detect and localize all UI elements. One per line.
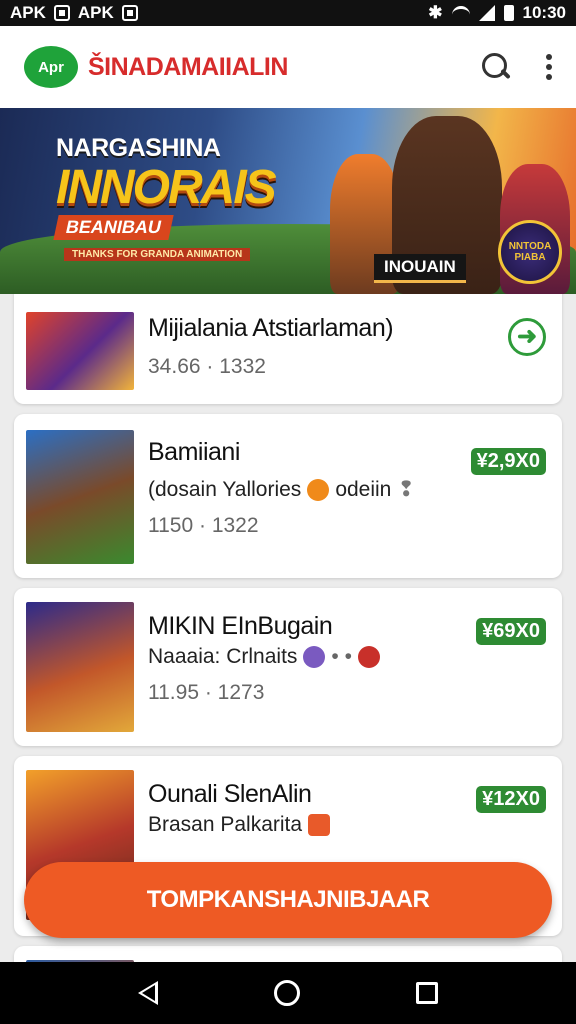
status-bar: APK APK ✱ 10:30 bbox=[0, 0, 576, 26]
primary-cta-button[interactable]: TOMPKANSHAJNIBJAAR bbox=[24, 862, 552, 938]
list-item-subtitle: Brasan Palkarita bbox=[148, 813, 303, 836]
list-item-info: Mijialania Atstiarlaman) 34.66 · 1332 bbox=[148, 314, 546, 379]
recent-apps-icon[interactable] bbox=[416, 982, 438, 1004]
list-item-subtitle-row: Naaaia: Crlnaits • • bbox=[148, 645, 546, 669]
pin-icon: ❢ bbox=[397, 478, 415, 501]
list-item-subtitle-extra: odeiin bbox=[335, 477, 392, 501]
price-badge[interactable]: ¥2,9X0 bbox=[470, 448, 546, 475]
status-apk-label-1: APK bbox=[10, 3, 46, 22]
banner-title: INNORAIS bbox=[56, 161, 277, 214]
list-item-subtitle: (dosain Yallories bbox=[148, 477, 302, 501]
back-icon[interactable] bbox=[138, 981, 158, 1005]
image-notification-icon bbox=[121, 5, 138, 21]
app-thumbnail bbox=[26, 312, 134, 390]
arrow-right-circle-icon[interactable]: ➜ bbox=[508, 318, 546, 356]
system-nav-bar bbox=[0, 962, 576, 1024]
bluetooth-icon: ✱ bbox=[428, 3, 443, 22]
status-apk-label-2: APK bbox=[77, 3, 114, 22]
list-item-meta: 11.95 · 1273 bbox=[148, 681, 265, 704]
list-item[interactable] bbox=[14, 946, 562, 962]
app-bar-actions bbox=[480, 51, 552, 83]
price-badge[interactable]: ¥69X0 bbox=[476, 618, 546, 645]
coin-icon bbox=[307, 478, 330, 501]
banner-subtitle: BEANIBAU bbox=[53, 215, 174, 240]
list-item-title: Mijialania Atstiarlaman) bbox=[148, 314, 394, 342]
search-icon[interactable] bbox=[480, 51, 512, 83]
balloon-icon bbox=[357, 646, 380, 668]
signal-icon bbox=[478, 5, 495, 21]
status-time: 10:30 bbox=[522, 3, 566, 22]
banner-eyebrow: NARGASHINA bbox=[56, 134, 221, 162]
price-badge[interactable]: ¥12X0 bbox=[476, 786, 546, 813]
app-title: ŠINADAMAIIALIN bbox=[88, 52, 288, 81]
status-left: APK APK bbox=[10, 3, 138, 23]
wifi-icon bbox=[451, 6, 470, 20]
more-options-icon[interactable] bbox=[546, 54, 552, 80]
list-item-meta: 1150 · 1322 bbox=[148, 514, 259, 537]
list-item-meta: 34.66 · 1332 bbox=[148, 355, 266, 378]
status-right: ✱ 10:30 bbox=[428, 3, 566, 23]
list-item[interactable]: Mijialania Atstiarlaman) 34.66 · 1332 ➜ bbox=[14, 294, 562, 404]
notification-icon bbox=[53, 5, 70, 21]
app-thumbnail bbox=[26, 430, 134, 564]
tag-icon bbox=[308, 814, 331, 836]
app-bar: Apr ŠINADAMAIIALIN bbox=[0, 26, 576, 108]
featured-banner[interactable]: NARGASHINA INNORAIS BEANIBAU THANKS FOR … bbox=[0, 108, 576, 294]
list-item[interactable]: MIKIN EInBugain Naaaia: Crlnaits • • 11.… bbox=[14, 588, 562, 746]
app-logo[interactable]: Apr bbox=[24, 46, 78, 88]
list-item-subtitle-row: Brasan Palkarita bbox=[148, 813, 546, 837]
badge-icon bbox=[303, 646, 326, 668]
battery-icon bbox=[503, 5, 514, 21]
list-item-subtitle-row: (dosain Yallories odeiin ❢ bbox=[148, 477, 546, 502]
dots-icon: • • bbox=[331, 645, 352, 668]
app-thumbnail bbox=[26, 602, 134, 732]
banner-text-block: NARGASHINA INNORAIS BEANIBAU bbox=[53, 134, 277, 240]
banner-strip: THANKS FOR GRANDA ANIMATION bbox=[64, 248, 251, 261]
list-item-subtitle: Naaaia: Crlnaits bbox=[148, 645, 298, 668]
list-item[interactable]: Bamiiani (dosain Yallories odeiin ❢ 1150… bbox=[14, 414, 562, 578]
home-icon[interactable] bbox=[274, 980, 300, 1006]
banner-badge: INOUAIN bbox=[374, 254, 466, 283]
banner-emblem: NNTODA PIABA bbox=[498, 220, 562, 284]
